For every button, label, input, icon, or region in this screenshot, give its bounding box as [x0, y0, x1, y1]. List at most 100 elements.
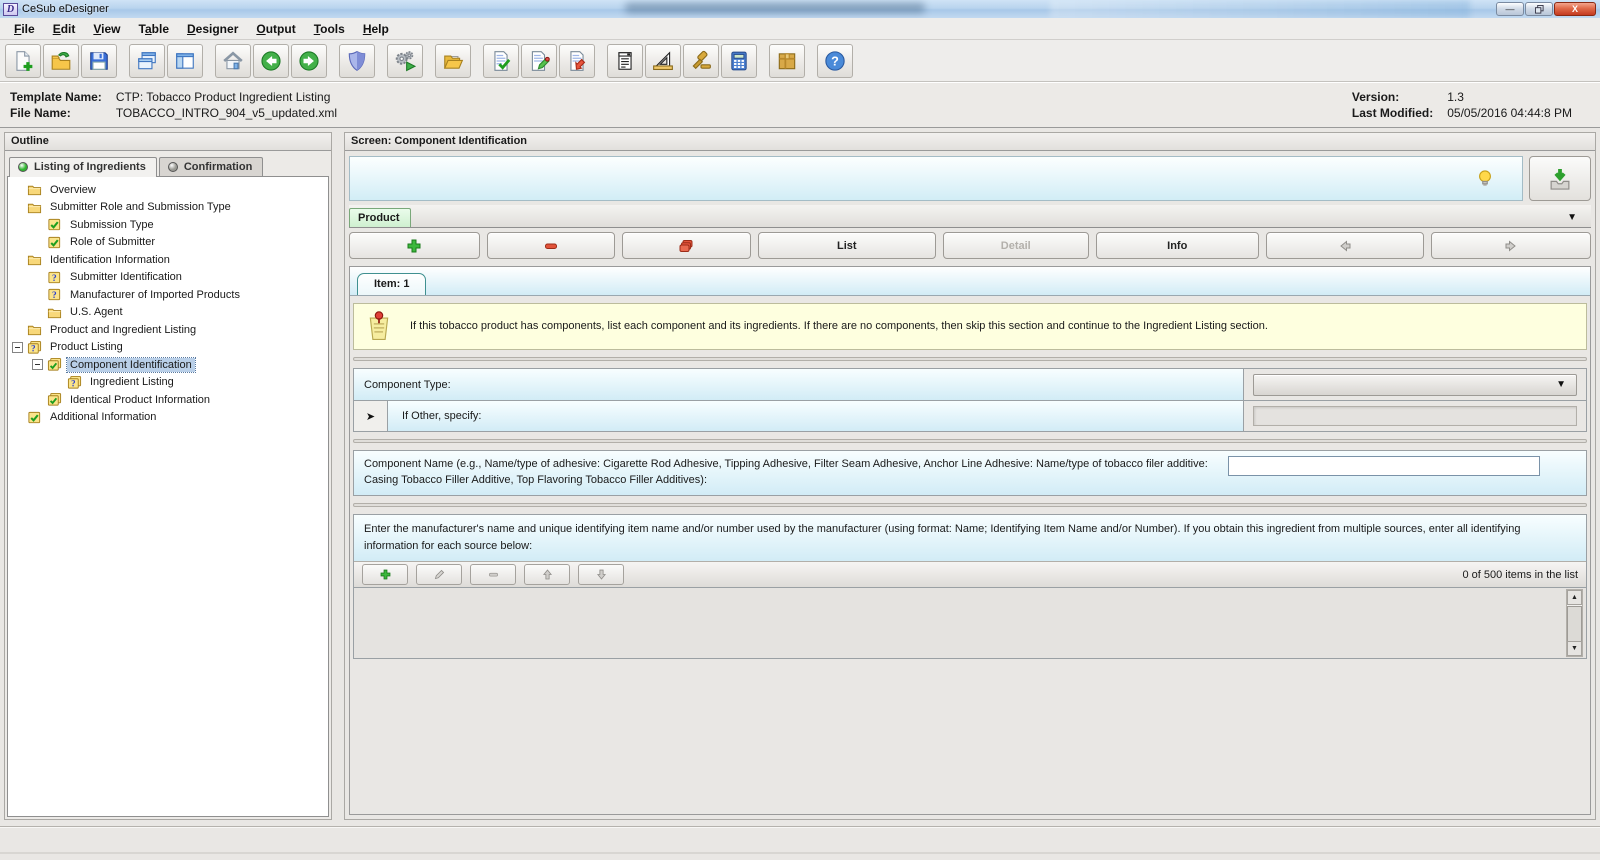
divider — [353, 357, 1587, 361]
product-dropdown-arrow-icon[interactable]: ▼ — [1567, 212, 1577, 227]
nav-forward-button[interactable] — [291, 44, 327, 78]
import-data-button[interactable] — [1529, 156, 1591, 201]
package-button[interactable] — [769, 44, 805, 78]
toolbar-group — [339, 44, 375, 78]
document-export-icon — [566, 50, 588, 72]
restore-button[interactable] — [1525, 2, 1553, 16]
tree-item-u-s-agent[interactable]: U.S. Agent — [12, 304, 328, 322]
report-button[interactable] — [607, 44, 643, 78]
info-button[interactable]: Info — [1096, 232, 1260, 259]
tree-item-product-listing[interactable]: ?Product Listing — [12, 339, 328, 357]
nav-back-icon — [260, 50, 282, 72]
document-edit-button[interactable] — [521, 44, 557, 78]
tree-item-component-identification[interactable]: Component Identification — [12, 356, 328, 374]
home-button[interactable] — [215, 44, 251, 78]
menu-item-tools[interactable]: Tools — [306, 20, 353, 38]
product-tab[interactable]: Product — [349, 208, 411, 227]
item-action-row: ListDetail Info — [349, 232, 1591, 259]
tab-label: Listing of Ingredients — [34, 161, 146, 173]
list-view-button[interactable]: List — [758, 232, 937, 259]
add-row-button[interactable] — [362, 564, 408, 585]
document-accept-button[interactable] — [483, 44, 519, 78]
new-document-icon — [12, 50, 34, 72]
tree-item-product-and-ingredient-listing[interactable]: Product and Ingredient Listing — [12, 321, 328, 339]
copy-item-button[interactable] — [622, 232, 751, 259]
tree-item-overview[interactable]: Overview — [12, 181, 328, 199]
outline-tab-confirmation[interactable]: Confirmation — [159, 157, 263, 176]
lightbulb-icon[interactable] — [1476, 169, 1494, 189]
menu-item-output[interactable]: Output — [248, 20, 303, 38]
next-item-button[interactable] — [1431, 232, 1592, 259]
screen-header: Screen: Component Identification — [345, 133, 1595, 151]
tree-expander-minus-icon[interactable] — [32, 359, 43, 370]
tree-item-ingredient-listing[interactable]: ?Ingredient Listing — [12, 374, 328, 392]
tree-item-manufacturer-of-imported-products[interactable]: ?Manufacturer of Imported Products — [12, 286, 328, 304]
manufacturer-list[interactable]: ▲ ▼ — [354, 588, 1586, 658]
prev-item-button[interactable] — [1266, 232, 1424, 259]
gavel-button[interactable] — [683, 44, 719, 78]
app-icon: D — [3, 3, 18, 16]
menu-item-table[interactable]: Table — [131, 20, 177, 38]
help-button[interactable]: ? — [817, 44, 853, 78]
component-name-label: Component Name (e.g., Name/type of adhes… — [364, 457, 1216, 489]
detail-view-button: Detail — [943, 232, 1089, 259]
tree-item-label: U.S. Agent — [67, 305, 126, 319]
move-row-down-icon — [595, 568, 608, 581]
vertical-scrollbar[interactable]: ▲ ▼ — [1566, 589, 1583, 657]
menu-item-help[interactable]: Help — [355, 20, 397, 38]
menu-item-designer[interactable]: Designer — [179, 20, 246, 38]
split-window-button[interactable] — [167, 44, 203, 78]
shield-button[interactable] — [339, 44, 375, 78]
save-button[interactable] — [81, 44, 117, 78]
page-question-icon: ? — [46, 270, 63, 285]
outline-tabs: Listing of Ingredients Confirmation — [5, 151, 331, 176]
scrollbar-thumb[interactable] — [1567, 606, 1582, 642]
toolbar-group — [5, 44, 117, 78]
remove-item-button[interactable] — [487, 232, 616, 259]
tab-status-dot — [168, 162, 178, 172]
tree-expander-minus-icon[interactable] — [12, 342, 23, 353]
page-check-icon — [46, 235, 63, 250]
tree-item-label: Role of Submitter — [67, 235, 158, 249]
outline-tab-listing-of-ingredients[interactable]: Listing of Ingredients — [9, 157, 157, 177]
svg-text:?: ? — [52, 274, 57, 284]
open-folder-button[interactable] — [435, 44, 471, 78]
close-button[interactable]: X — [1554, 2, 1596, 16]
scroll-down-icon[interactable]: ▼ — [1567, 641, 1582, 656]
menu-item-file[interactable]: File — [6, 20, 43, 38]
remove-row-button — [470, 564, 516, 585]
component-type-dropdown[interactable]: ▼ — [1253, 374, 1577, 396]
tree-item-identical-product-information[interactable]: Identical Product Information — [12, 391, 328, 409]
toolbar-group: ? — [817, 44, 853, 78]
calculator-button[interactable] — [721, 44, 757, 78]
new-document-button[interactable] — [5, 44, 41, 78]
tree-item-submission-type[interactable]: Submission Type — [12, 216, 328, 234]
nav-back-button[interactable] — [253, 44, 289, 78]
list-count-status: 0 of 500 items in the list — [1462, 569, 1578, 581]
scroll-up-icon[interactable]: ▲ — [1567, 590, 1582, 605]
component-type-group: Component Type: ▼ ➤ If Other, specify: — [353, 368, 1587, 432]
menu-item-view[interactable]: View — [85, 20, 128, 38]
tree-item-label: Overview — [47, 183, 99, 197]
item-tab[interactable]: Item: 1 — [357, 273, 426, 295]
minimize-button[interactable]: — — [1496, 2, 1524, 16]
help-icon: ? — [824, 50, 846, 72]
add-item-button[interactable] — [349, 232, 480, 259]
menu-item-edit[interactable]: Edit — [45, 20, 84, 38]
tree-item-additional-information[interactable]: Additional Information — [12, 409, 328, 427]
guidance-note: If this tobacco product has components, … — [353, 303, 1587, 350]
design-ruler-button[interactable] — [645, 44, 681, 78]
toolbar-group — [387, 44, 423, 78]
component-name-input[interactable] — [1228, 456, 1540, 476]
calculator-icon — [728, 50, 750, 72]
cascade-windows-button[interactable] — [129, 44, 165, 78]
tree-item-role-of-submitter[interactable]: Role of Submitter — [12, 234, 328, 252]
document-export-button[interactable] — [559, 44, 595, 78]
open-template-button[interactable] — [43, 44, 79, 78]
tree-item-submitter-role-and-submission-type[interactable]: Submitter Role and Submission Type — [12, 199, 328, 217]
tree-item-submitter-identification[interactable]: ?Submitter Identification — [12, 269, 328, 287]
page-question-icon: ? — [46, 287, 63, 302]
run-gears-button[interactable] — [387, 44, 423, 78]
tree-item-label: Product and Ingredient Listing — [47, 323, 199, 337]
tree-item-identification-information[interactable]: Identification Information — [12, 251, 328, 269]
